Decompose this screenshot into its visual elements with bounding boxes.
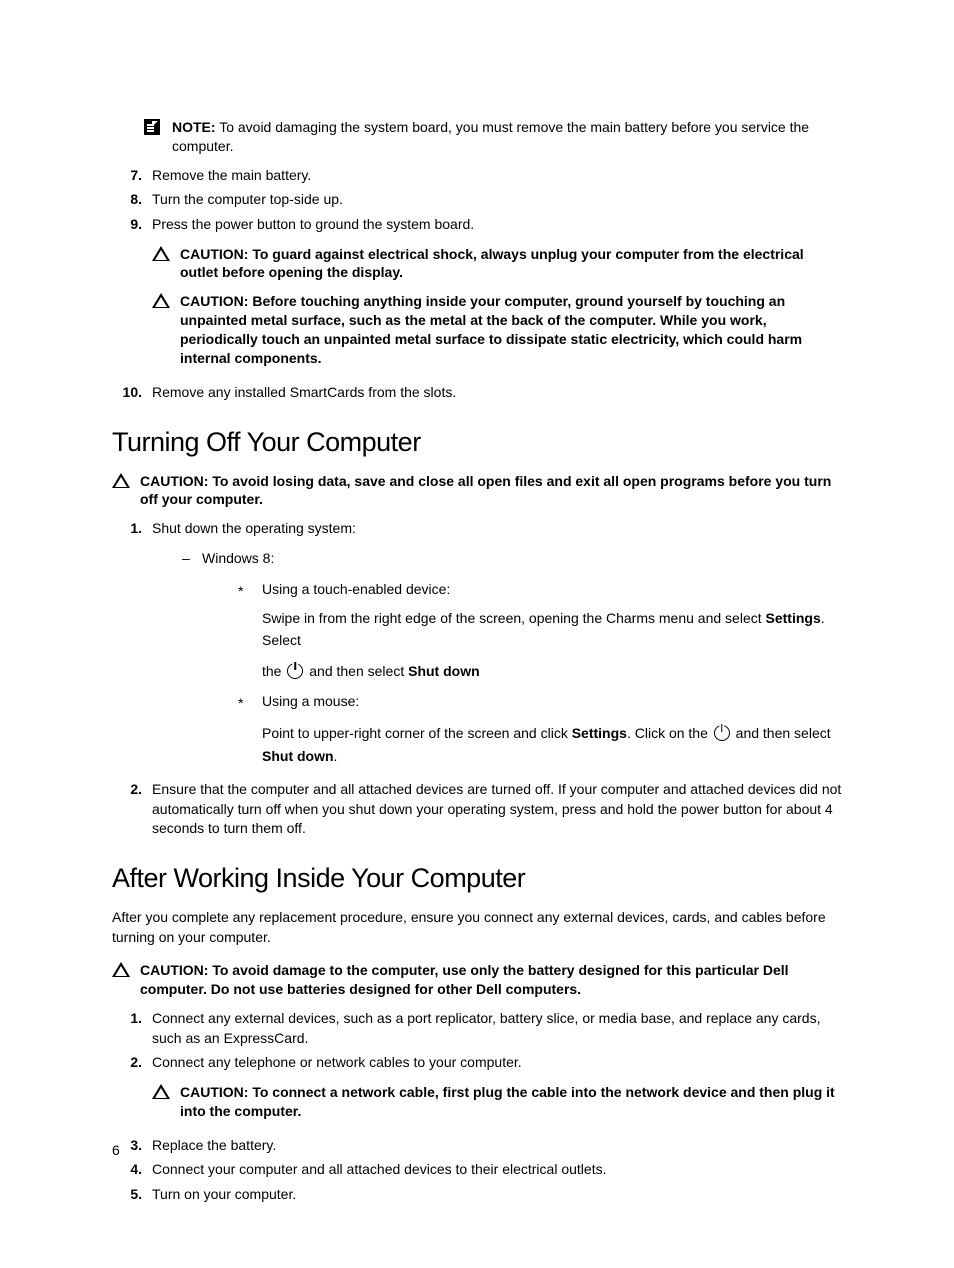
- star-list: Using a touch-enabled device: Swipe in f…: [238, 578, 842, 767]
- note-text: To avoid damaging the system board, you …: [172, 119, 809, 154]
- caution-text: To guard against electrical shock, alway…: [180, 246, 804, 281]
- caution-callout: CAUTION: Before touching anything inside…: [152, 292, 842, 368]
- note-icon: [144, 119, 160, 135]
- caution-callout: CAUTION: To avoid losing data, save and …: [112, 472, 842, 510]
- caution-icon: [112, 473, 130, 488]
- steps-list-section1: 1. Shut down the operating system: Windo…: [112, 519, 842, 839]
- list-item: 4. Connect your computer and all attache…: [112, 1160, 842, 1180]
- caution-callout: CAUTION: To avoid damage to the computer…: [112, 961, 842, 999]
- caution-label: CAUTION:: [140, 962, 208, 978]
- dash-list: Windows 8: Using a touch-enabled device:…: [182, 549, 842, 767]
- list-item: 2. Connect any telephone or network cabl…: [112, 1053, 842, 1130]
- caution-text: To avoid damage to the computer, use onl…: [140, 962, 789, 997]
- document-page: NOTE: To avoid damaging the system board…: [0, 0, 954, 1268]
- list-item: 3. Replace the battery.: [112, 1136, 842, 1156]
- list-item: 1. Connect any external devices, such as…: [112, 1009, 842, 1048]
- caution-label: CAUTION:: [140, 473, 208, 489]
- intro-paragraph: After you complete any replacement proce…: [112, 908, 842, 947]
- steps-list-section2: 1. Connect any external devices, such as…: [112, 1009, 842, 1204]
- note-label: NOTE:: [172, 119, 216, 135]
- caution-icon: [152, 246, 170, 261]
- page-number: 6: [112, 1142, 120, 1158]
- caution-label: CAUTION:: [180, 246, 248, 262]
- caution-label: CAUTION:: [180, 293, 248, 309]
- list-item: 1. Shut down the operating system: Windo…: [112, 519, 842, 775]
- list-item: 7. Remove the main battery.: [112, 166, 842, 186]
- caution-icon: [112, 962, 130, 977]
- list-item: Using a touch-enabled device: Swipe in f…: [238, 578, 842, 682]
- list-item: 8. Turn the computer top-side up.: [112, 190, 842, 210]
- list-item: Windows 8: Using a touch-enabled device:…: [182, 549, 842, 767]
- list-item: 5. Turn on your computer.: [112, 1185, 842, 1205]
- caution-text: To connect a network cable, first plug t…: [180, 1084, 835, 1119]
- caution-callout: CAUTION: To guard against electrical sho…: [152, 245, 842, 283]
- caution-icon: [152, 1084, 170, 1099]
- list-item: 9. Press the power button to ground the …: [112, 215, 842, 378]
- caution-text: To avoid losing data, save and close all…: [140, 473, 831, 508]
- power-icon: [287, 663, 303, 679]
- list-item: Using a mouse: Point to upper-right corn…: [238, 690, 842, 767]
- heading-turning-off: Turning Off Your Computer: [112, 427, 842, 458]
- steps-list-top: 7. Remove the main battery. 8. Turn the …: [112, 166, 842, 403]
- heading-after-working: After Working Inside Your Computer: [112, 863, 842, 894]
- list-item: 2. Ensure that the computer and all atta…: [112, 780, 842, 839]
- caution-callout: CAUTION: To connect a network cable, fir…: [152, 1083, 842, 1121]
- caution-icon: [152, 293, 170, 308]
- caution-label: CAUTION:: [180, 1084, 248, 1100]
- caution-text: Before touching anything inside your com…: [180, 293, 802, 366]
- note-callout: NOTE: To avoid damaging the system board…: [144, 118, 842, 156]
- list-item: 10. Remove any installed SmartCards from…: [112, 383, 842, 403]
- power-icon: [714, 725, 730, 741]
